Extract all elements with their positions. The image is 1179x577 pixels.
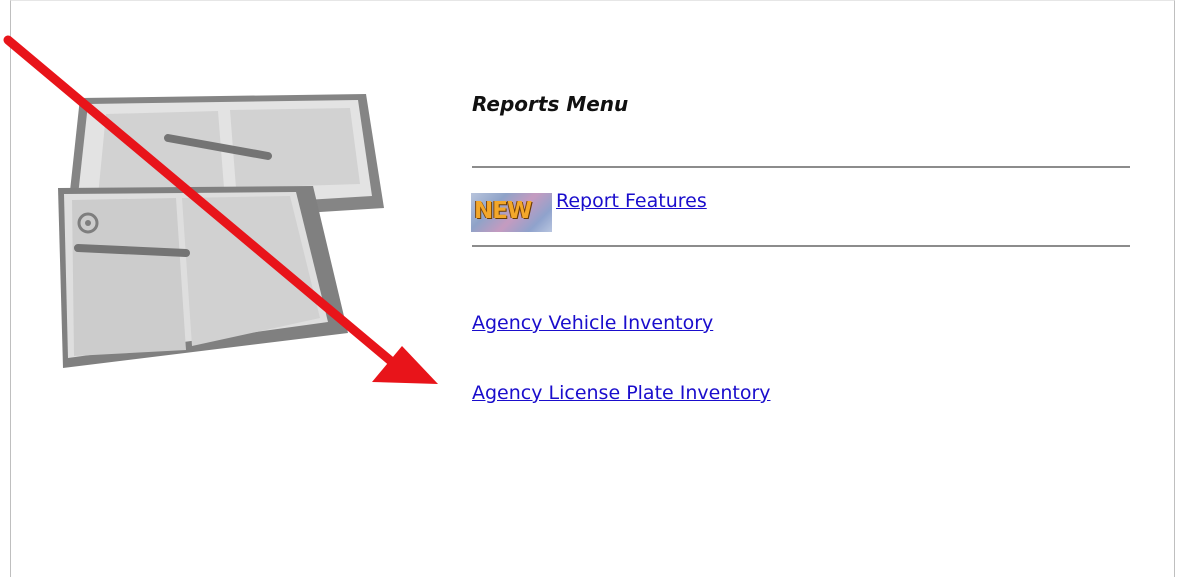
agency-vehicle-inventory-link[interactable]: Agency Vehicle Inventory bbox=[472, 312, 713, 334]
agency-license-plate-inventory-link[interactable]: Agency License Plate Inventory bbox=[472, 382, 771, 404]
bottom-divider bbox=[472, 245, 1130, 247]
new-badge-icon: NEW bbox=[471, 193, 552, 232]
new-badge-label: NEW bbox=[474, 198, 532, 224]
report-features-link[interactable]: Report Features bbox=[556, 190, 707, 212]
reports-menu-title: Reports Menu bbox=[472, 92, 629, 116]
documents-and-pen-illustration bbox=[58, 94, 384, 368]
top-divider bbox=[472, 166, 1130, 168]
